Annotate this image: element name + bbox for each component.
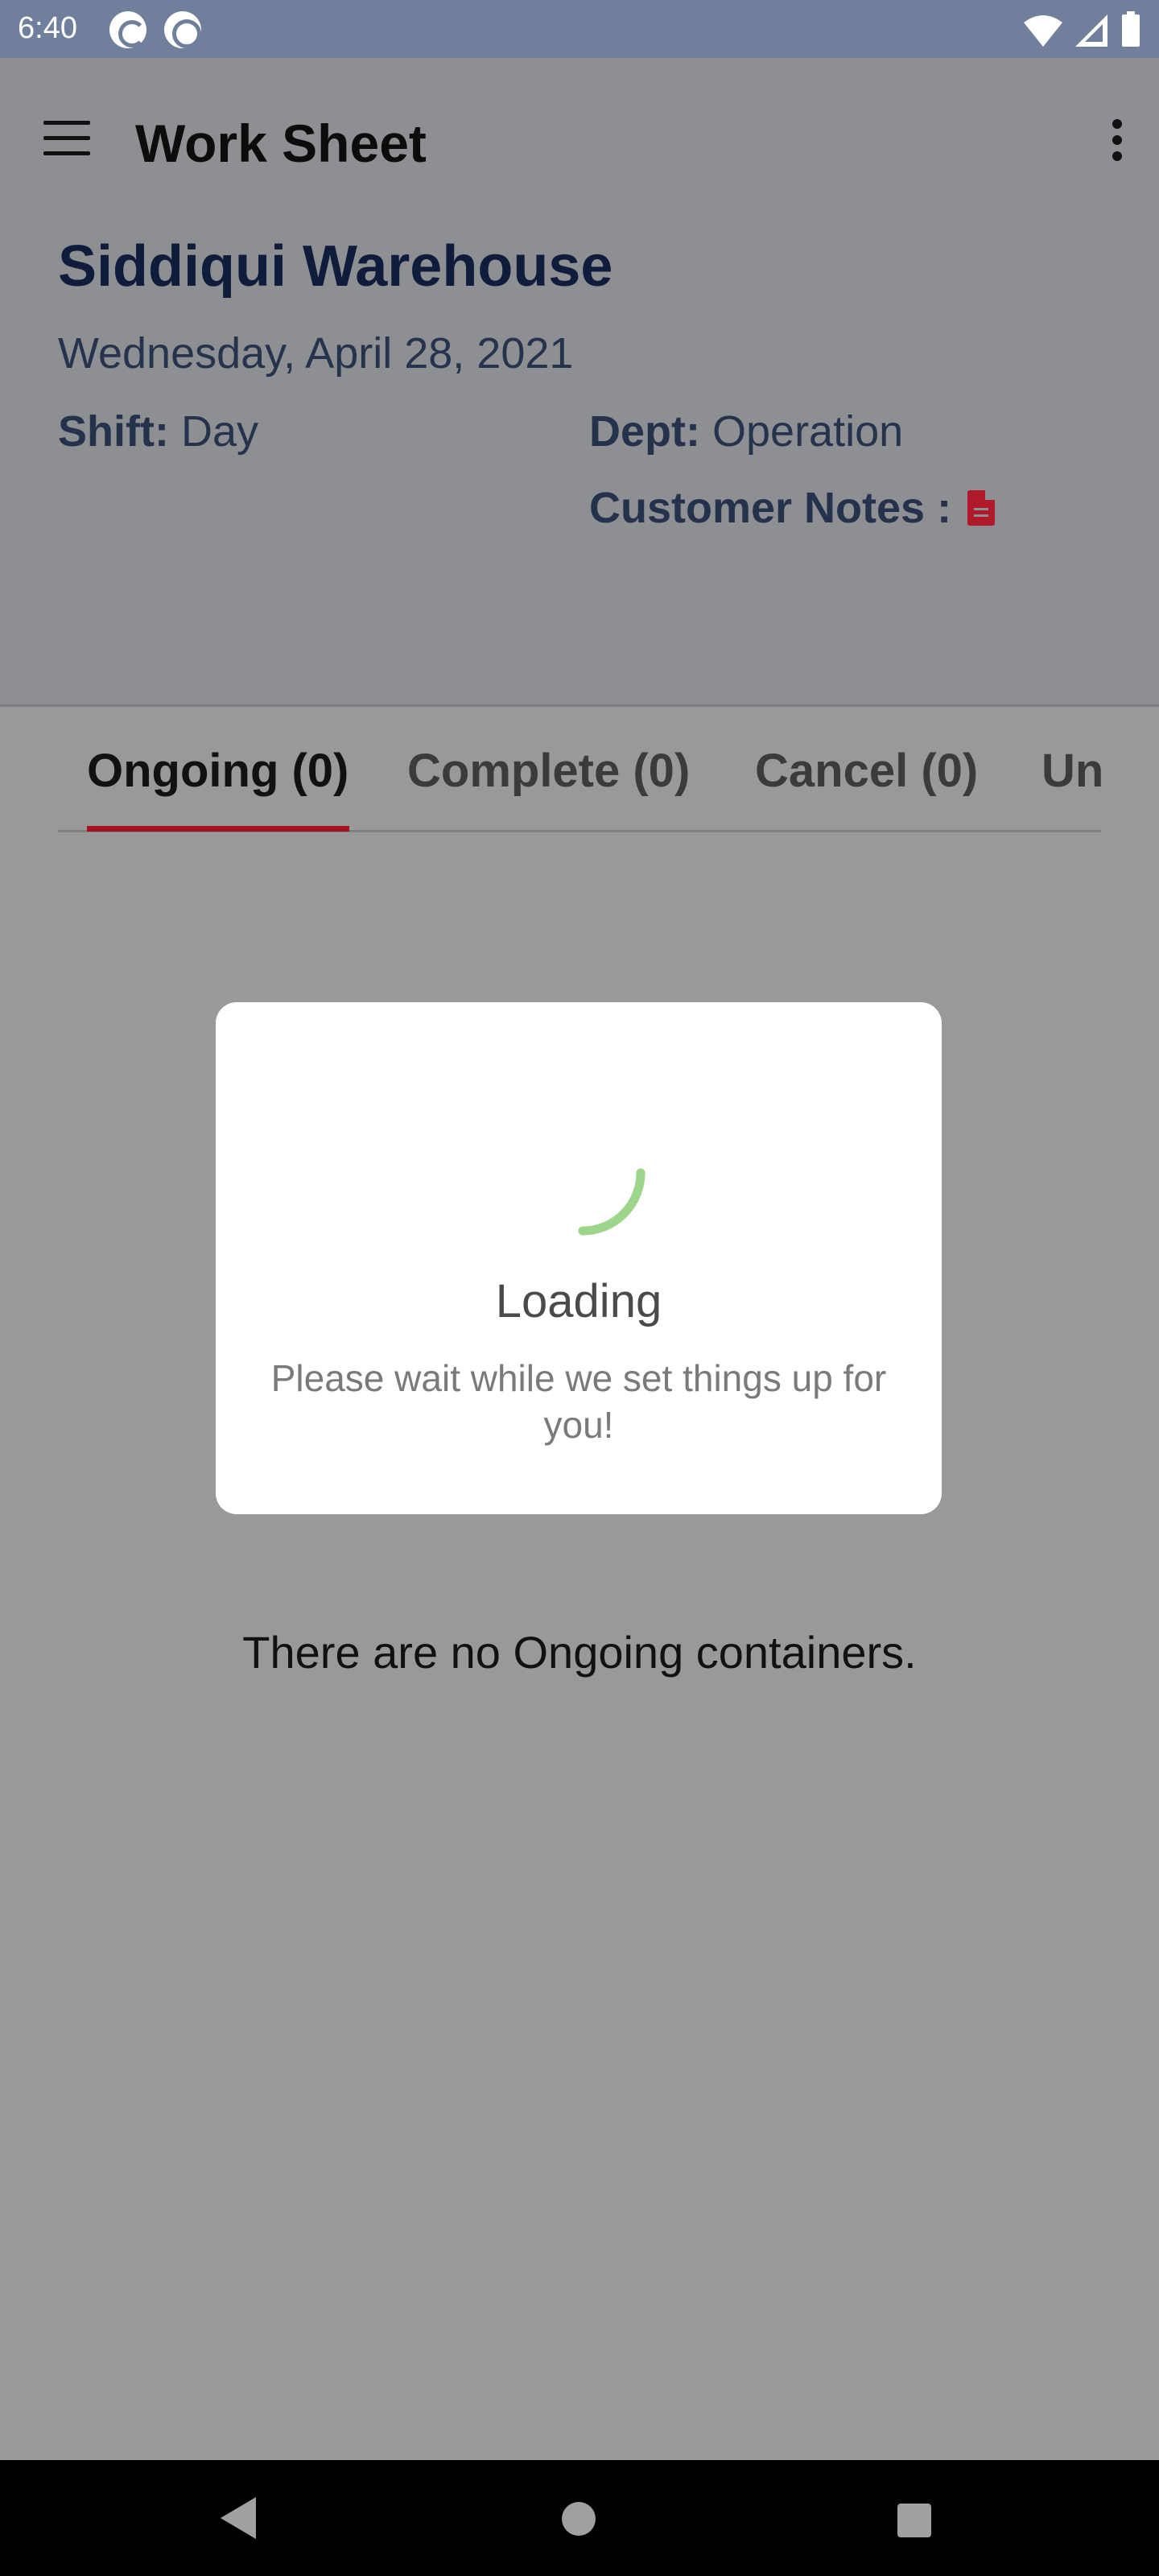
dept-label: Dept: (589, 407, 700, 456)
status-indicators (1024, 11, 1141, 47)
loading-message: Please wait while we set things up for y… (270, 1357, 887, 1446)
customer-notes-label: Customer Notes : (589, 484, 952, 532)
tab-ongoing[interactable]: Ongoing (0) (87, 744, 349, 798)
signal-icon (1075, 14, 1107, 47)
shift-value: Day (180, 407, 258, 456)
tab-unassigned[interactable]: Un (1041, 744, 1103, 798)
loading-spinner-icon (578, 1168, 645, 1236)
home-icon[interactable] (562, 2502, 596, 2536)
worksheet-date: Wednesday, April 28, 2021 (58, 329, 574, 378)
app-title: Work Sheet (135, 114, 427, 173)
recents-icon[interactable] (897, 2504, 931, 2537)
status-bar: 6:40 (0, 0, 1159, 58)
hamburger-menu-icon[interactable] (43, 121, 90, 156)
loading-title: Loading (495, 1275, 662, 1327)
do-not-disturb-icon (164, 11, 201, 48)
warehouse-name: Siddiqui Warehouse (58, 234, 613, 299)
back-icon[interactable] (219, 2496, 258, 2541)
document-icon[interactable] (967, 490, 996, 526)
system-nav-bar (0, 2460, 1159, 2576)
status-tabs: Ongoing (0) Complete (0) Cancel (0) Un (58, 708, 1103, 832)
battery-icon (1122, 11, 1140, 47)
dept-value: Operation (712, 407, 904, 456)
tab-cancel[interactable]: Cancel (0) (755, 744, 978, 798)
tab-complete[interactable]: Complete (0) (407, 744, 690, 798)
wifi-icon (1024, 15, 1062, 47)
loading-dialog: Loading Please wait while we set things … (216, 1002, 942, 1514)
dept-info: Dept: Operation (589, 407, 903, 456)
shift-label: Shift: (58, 407, 169, 456)
status-time: 6:40 (18, 11, 77, 45)
shift-info: Shift: Day (58, 407, 258, 456)
sync-icon (109, 11, 146, 48)
empty-state-message: There are no Ongoing containers. (242, 1627, 917, 1678)
more-vertical-icon[interactable] (1112, 119, 1124, 163)
customer-notes: Customer Notes : (589, 483, 996, 533)
active-tab-indicator (87, 826, 349, 832)
